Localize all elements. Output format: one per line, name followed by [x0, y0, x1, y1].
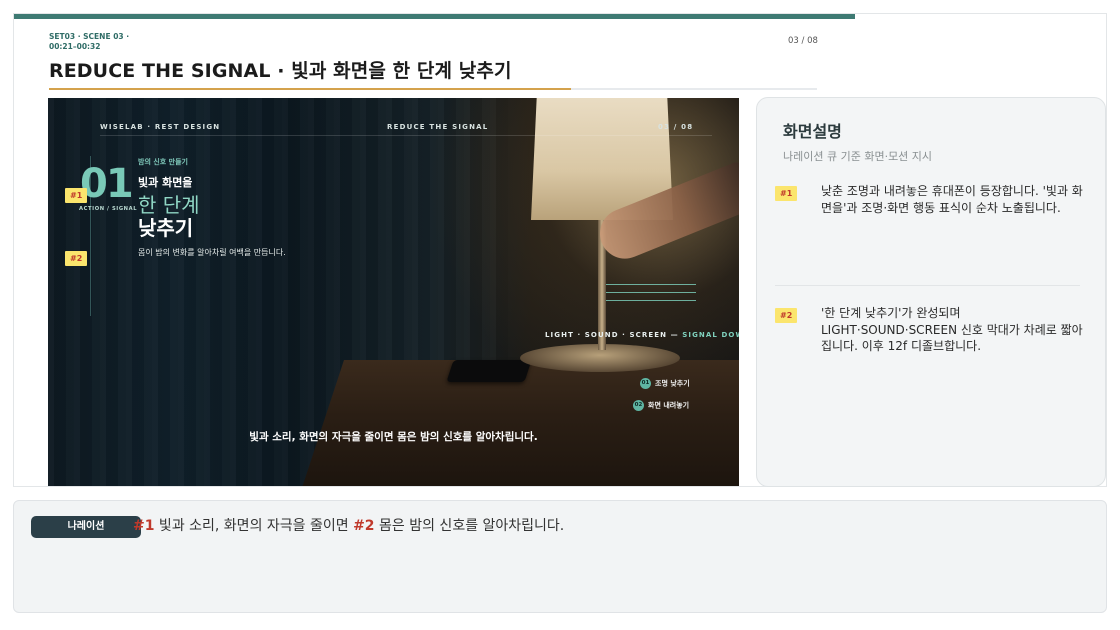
panel-item-text: 낮춘 조명과 내려놓은 휴대폰이 등장합니다. '빛과 화면을'과 조명·화면 …: [821, 184, 1083, 215]
signal-label: LIGHT · SOUND · SCREEN — SIGNAL DOWN: [545, 331, 739, 339]
page-title: REDUCE THE SIGNAL · 빛과 화면을 한 단계 낮추기: [49, 60, 512, 82]
frame-subtitle: 빛과 소리, 화면의 자극을 줄이면 몸은 밤의 신호를 알아차립니다.: [249, 431, 538, 443]
page-number: 03 / 08: [788, 36, 818, 46]
panel-subtitle: 나레이션 큐 기준 화면·모션 지시: [783, 150, 933, 163]
frame-brand: WISELAB · REST DESIGN: [100, 123, 221, 131]
legend-item-light: 01 조명 낮추기: [640, 378, 690, 389]
panel-item-text: '한 단계 낮추기'가 완성되며 LIGHT·SOUND·SCREEN 신호 막…: [821, 306, 1083, 353]
phone: [446, 360, 532, 382]
divider: [775, 285, 1080, 286]
cue-marker-1: #1: [65, 188, 88, 203]
narration-marker-2: #2: [353, 518, 375, 534]
frame-description: 몸이 밤의 변화를 알아차릴 여백을 만듭니다.: [138, 248, 286, 257]
panel-item: #1 낮춘 조명과 내려놓은 휴대폰이 등장합니다. '빛과 화면을'과 조명·…: [775, 184, 1085, 215]
progress-bar: [14, 14, 855, 19]
cue-marker-2: #2: [775, 308, 798, 323]
frame-headline-3: 낮추기: [138, 216, 194, 240]
frame-kicker: 밤의 신호 만들기: [138, 158, 188, 166]
scene-frame-image: WISELAB · REST DESIGN REDUCE THE SIGNAL …: [48, 98, 739, 486]
panel-item: #2 '한 단계 낮추기'가 완성되며 LIGHT·SOUND·SCREEN 신…: [775, 306, 1085, 353]
frame-page: 03 / 08: [658, 123, 694, 131]
signal-bars: [606, 284, 696, 310]
frame-number-sub: ACTION / SIGNAL: [79, 206, 138, 212]
description-panel: 화면설명 나레이션 큐 기준 화면·모션 지시 #1 낮춘 조명과 내려놓은 휴…: [756, 97, 1106, 487]
legend-item-screen: 02 화면 내려놓기: [633, 400, 690, 411]
scene-meta: SET03 · SCENE 03 · 00:21–00:32: [49, 32, 130, 51]
narration-marker-1: #1: [133, 518, 155, 534]
panel-title: 화면설명: [783, 122, 842, 141]
narration-box: 나레이션 #1 빛과 소리, 화면의 자극을 줄이면 #2 몸은 밤의 신호를 …: [13, 500, 1107, 613]
title-underline: [49, 88, 817, 90]
cue-marker-1: #1: [775, 186, 798, 201]
narration-badge: 나레이션: [31, 516, 141, 538]
cue-marker-2: #2: [65, 251, 88, 266]
frame-headline-1: 빛과 화면을: [138, 176, 193, 189]
frame-number: 01: [80, 161, 134, 207]
frame-section-label: REDUCE THE SIGNAL: [387, 123, 489, 131]
narration-text: #1 빛과 소리, 화면의 자극을 줄이면 #2 몸은 밤의 신호를 알아차립니…: [133, 518, 565, 534]
